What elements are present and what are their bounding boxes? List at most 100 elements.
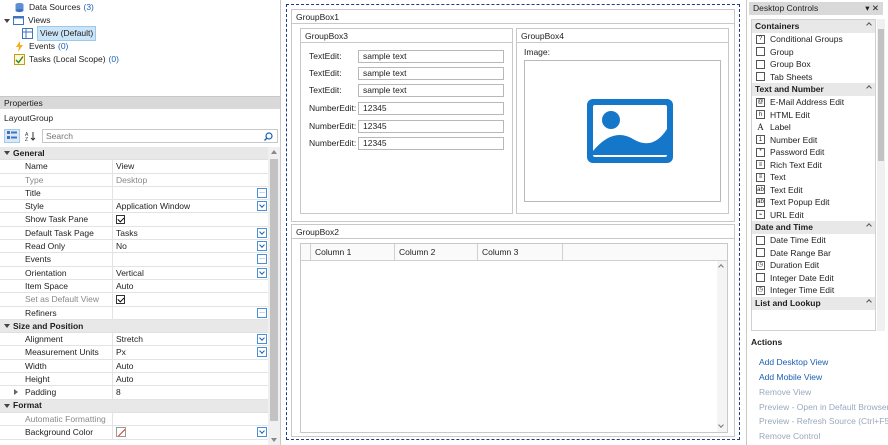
alphabetical-sort-button[interactable]: AZ <box>23 129 39 143</box>
column-header[interactable]: Column 1 <box>311 244 395 260</box>
prop-measurement-units[interactable]: Measurement Units Px <box>0 346 268 360</box>
expand-arrow-icon[interactable] <box>4 18 10 23</box>
prop-height[interactable]: Height Auto <box>0 373 268 387</box>
scroll-up-arrow-icon[interactable] <box>718 264 724 270</box>
collapse-caret-icon[interactable] <box>866 22 872 28</box>
layout-group-selection[interactable]: GroupBox1 GroupBox3 TextEdit: sample text… <box>286 4 740 440</box>
ellipsis-button[interactable]: ... <box>257 254 267 265</box>
dropdown-button[interactable] <box>257 267 267 278</box>
toolbox-item[interactable]: Tab Sheets <box>752 71 875 84</box>
toolbox-item[interactable]: Date Range Bar <box>752 247 875 260</box>
prop-events[interactable]: Events... <box>0 253 268 267</box>
toolbox-item[interactable]: Integer Date Edit <box>752 272 875 285</box>
toolbox-category-text-number[interactable]: Text and Number <box>752 83 875 96</box>
toolbox-item[interactable]: ab Text Popup Edit <box>752 196 875 209</box>
prop-style[interactable]: Style Application Window <box>0 200 268 214</box>
collapse-caret-icon[interactable] <box>866 85 872 91</box>
number-edit-input[interactable]: 12345 <box>358 101 504 115</box>
properties-search[interactable] <box>42 128 278 143</box>
preview-refresh-source-link[interactable]: Preview - Refresh Source (Ctrl+F5) <box>759 415 888 427</box>
toolbox-item[interactable]: ab Text Edit <box>752 184 875 197</box>
tree-item-events[interactable]: Events (0) <box>14 40 68 53</box>
remove-control-link[interactable]: Remove Control <box>759 430 820 442</box>
scrollbar-thumb[interactable] <box>270 159 278 421</box>
prop-width[interactable]: Width Auto <box>0 359 268 374</box>
collapse-caret-icon[interactable] <box>866 223 872 229</box>
tree-item-tasks[interactable]: Tasks (Local Scope) (0) <box>14 53 119 66</box>
dropdown-button[interactable] <box>257 227 267 238</box>
category-general[interactable]: General <box>0 147 268 161</box>
prop-title[interactable]: Title... <box>0 186 268 201</box>
groupbox3[interactable]: GroupBox3 TextEdit: sample text TextEdit:… <box>300 28 513 214</box>
prop-name[interactable]: Name View <box>0 160 268 174</box>
scrollbar-thumb[interactable] <box>878 29 884 161</box>
toolbox-item[interactable]: h HTML Edit <box>752 109 875 122</box>
toolbox-item[interactable]: ◷ Integer Time Edit <box>752 284 875 297</box>
scroll-up-arrow-icon[interactable] <box>271 150 277 154</box>
column-header[interactable]: Column 2 <box>395 244 478 260</box>
number-edit-input[interactable]: 12345 <box>358 136 504 150</box>
collapse-arrow-icon[interactable] <box>4 324 10 328</box>
category-format[interactable]: Format <box>0 399 268 413</box>
data-grid[interactable]: Column 1 Column 2 Column 3 <box>300 243 728 433</box>
toolbox-item[interactable]: Date Time Edit <box>752 234 875 247</box>
add-desktop-view-link[interactable]: Add Desktop View <box>759 356 828 368</box>
text-edit-input[interactable]: sample text <box>358 83 504 97</box>
prop-orientation[interactable]: Orientation Vertical <box>0 266 268 280</box>
toolbox-item[interactable]: * Password Edit <box>752 146 875 159</box>
search-input[interactable] <box>46 130 246 141</box>
dropdown-button[interactable] <box>257 334 267 345</box>
add-mobile-view-link[interactable]: Add Mobile View <box>759 371 822 383</box>
prop-read-only[interactable]: Read Only No <box>0 240 268 254</box>
toolbox-item[interactable]: Group <box>752 46 875 59</box>
text-edit-input[interactable]: sample text <box>358 49 504 63</box>
toolbox-category-list-lookup[interactable]: List and Lookup <box>752 296 875 310</box>
toolbox-item[interactable]: 1 Number Edit <box>752 134 875 147</box>
prop-item-space[interactable]: Item Space Auto <box>0 279 268 294</box>
dropdown-button[interactable] <box>257 427 267 438</box>
toolbox-category-date-time[interactable]: Date and Time <box>752 221 875 234</box>
grid-scrollbar[interactable] <box>717 261 727 432</box>
categorized-view-button[interactable] <box>4 128 20 143</box>
toolbox-scrollbar[interactable] <box>877 19 885 331</box>
scroll-down-arrow-icon[interactable] <box>718 422 724 428</box>
text-edit-input[interactable]: sample text <box>358 66 504 80</box>
remove-view-link[interactable]: Remove View <box>759 386 811 398</box>
groupbox1[interactable]: GroupBox1 GroupBox3 TextEdit: sample text… <box>291 9 735 222</box>
dropdown-button[interactable] <box>257 201 267 212</box>
category-size-position[interactable]: Size and Position <box>0 319 268 334</box>
prop-padding[interactable]: Padding 8 <box>0 386 268 400</box>
property-grid-scrollbar[interactable] <box>268 147 280 445</box>
prop-refiners[interactable]: Refiners... <box>0 306 268 320</box>
prop-alignment[interactable]: Alignment Stretch <box>0 333 268 347</box>
dropdown-button[interactable] <box>257 347 267 358</box>
toolbox-item[interactable]: ? Conditional Groups <box>752 33 875 46</box>
prop-set-as-default-view[interactable]: Set as Default View <box>0 293 268 307</box>
tree-item-view-default[interactable]: View (Default) <box>22 26 97 41</box>
prop-default-task-page[interactable]: Default Task Page Tasks <box>0 226 268 241</box>
collapse-caret-icon[interactable] <box>866 298 872 305</box>
prop-show-task-pane[interactable]: Show Task Pane <box>0 213 268 227</box>
collapse-arrow-icon[interactable] <box>4 403 10 408</box>
pin-close-icons[interactable]: ▾ ✕ <box>865 2 879 15</box>
ellipsis-button[interactable]: ... <box>257 187 267 198</box>
toolbox-item[interactable]: ⌁ URL Edit <box>752 209 875 222</box>
collapse-arrow-icon[interactable] <box>4 151 10 156</box>
column-header[interactable]: Column 3 <box>478 244 563 260</box>
ellipsis-button[interactable]: ... <box>257 307 267 318</box>
toolbox-item[interactable]: Group Box <box>752 58 875 71</box>
dropdown-button[interactable] <box>257 241 267 252</box>
groupbox4[interactable]: GroupBox4 Image: <box>516 28 729 214</box>
prop-background-color[interactable]: Background Color <box>0 426 268 440</box>
number-edit-input[interactable]: 12345 <box>358 119 504 133</box>
tree-item-data-sources[interactable]: Data Sources (3) <box>14 1 94 14</box>
preview-open-browser-link[interactable]: Preview - Open in Default Browser <box>759 401 888 413</box>
toolbox-item[interactable]: ◷ Duration Edit <box>752 259 875 272</box>
search-icon[interactable] <box>264 131 273 143</box>
toolbox-item[interactable]: @ E-Mail Address Edit <box>752 96 875 109</box>
checkbox-checked[interactable] <box>116 295 125 305</box>
image-editor[interactable] <box>524 60 721 202</box>
groupbox2[interactable]: GroupBox2 Column 1 Column 2 Column 3 <box>291 224 735 437</box>
toolbox-category-containers[interactable]: Containers <box>752 20 875 33</box>
expand-arrow-icon[interactable] <box>14 389 18 396</box>
